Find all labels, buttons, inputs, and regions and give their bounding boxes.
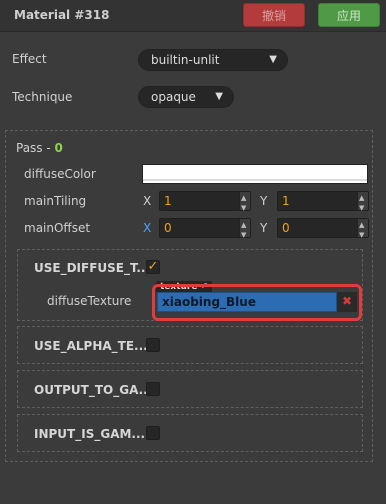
offset-x-input[interactable]: 0 <box>159 216 251 244</box>
tiling-y-axis-label: Y <box>260 194 268 208</box>
effect-value: builtin-unlit <box>151 53 220 67</box>
material-title: Material #318 <box>14 8 110 22</box>
diffuse-texture-field[interactable]: xiaobing_Blue <box>157 292 337 312</box>
define-label: USE_DIFFUSE_T... <box>34 261 151 275</box>
main-tiling-label: mainTiling <box>24 194 87 208</box>
pass-label: Pass - 0 <box>16 141 63 155</box>
effect-label: Effect <box>12 52 47 66</box>
main-offset-label: mainOffset <box>24 221 91 235</box>
tiling-x-input[interactable]: 1 <box>159 189 251 217</box>
effect-select[interactable]: builtin-unlit ▼ <box>138 49 288 71</box>
tiling-x-axis-label: X <box>143 194 152 208</box>
stepper-icon[interactable] <box>239 216 250 244</box>
alpha-strip <box>143 179 367 181</box>
diffuse-color-label: diffuseColor <box>24 167 96 181</box>
close-icon[interactable]: ✖ <box>337 292 357 312</box>
diffuse-texture-label: diffuseTexture <box>47 294 132 308</box>
define-checkbox[interactable] <box>146 426 160 440</box>
technique-value: opaque <box>151 90 196 104</box>
stepper-icon[interactable] <box>357 189 368 217</box>
chevron-down-icon: ▼ <box>215 91 223 102</box>
diffuse-color-swatch[interactable] <box>142 164 368 184</box>
define-label: OUTPUT_TO_GA... <box>34 383 153 397</box>
stepper-icon[interactable] <box>357 216 368 244</box>
offset-y-axis-label: Y <box>260 221 268 235</box>
apply-button[interactable]: 应用 <box>318 3 380 27</box>
chevron-down-icon: ▼ <box>269 54 277 65</box>
define-checkbox[interactable] <box>146 382 160 396</box>
technique-label: Technique <box>12 90 73 104</box>
define-checkbox[interactable] <box>146 338 160 352</box>
pass-index: 0 <box>54 141 63 155</box>
revert-button[interactable]: 撤销 <box>243 3 305 27</box>
stepper-icon[interactable] <box>239 189 250 217</box>
define-label: INPUT_IS_GAM... <box>34 427 146 441</box>
technique-select[interactable]: opaque ▼ <box>138 86 234 108</box>
define-label: USE_ALPHA_TE... <box>34 339 148 353</box>
define-checkbox[interactable]: ✓ <box>146 260 160 274</box>
offset-y-input[interactable]: 0 <box>277 216 369 244</box>
tiling-y-input[interactable]: 1 <box>277 189 369 217</box>
offset-x-axis-label: X <box>143 221 152 235</box>
